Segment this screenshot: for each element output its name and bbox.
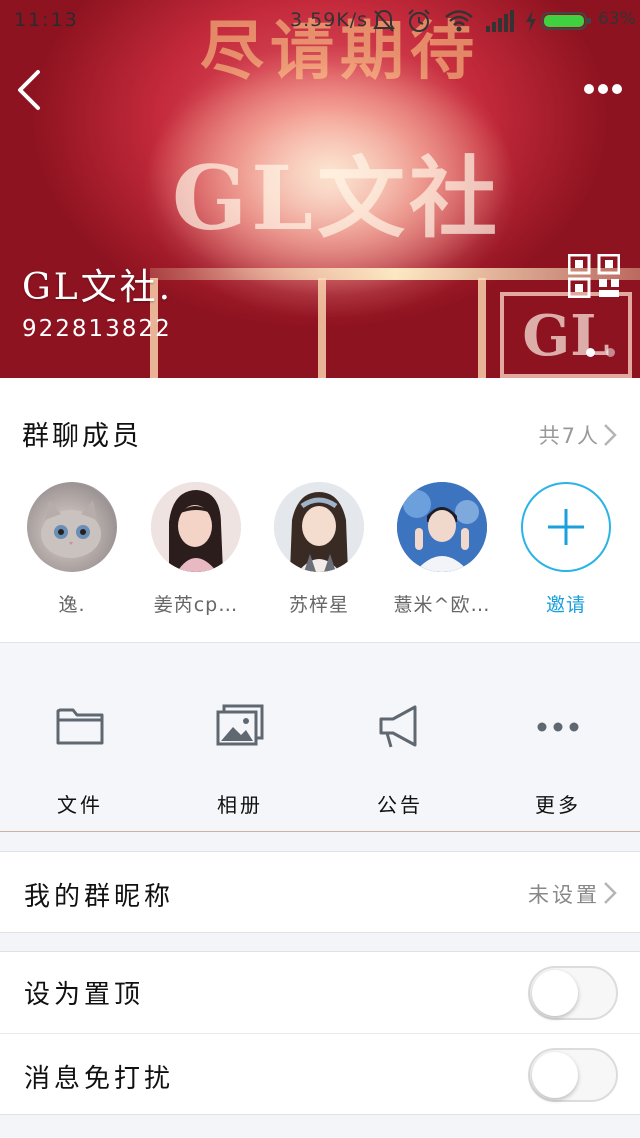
invite-button[interactable]: 邀请 [506, 482, 626, 617]
tool-label: 相册 [217, 793, 263, 817]
avatar [397, 482, 487, 572]
battery-icon [541, 12, 591, 30]
signal-icon [486, 10, 514, 32]
members-count[interactable]: 共7人 [539, 420, 600, 450]
chevron-left-icon [18, 70, 40, 110]
members-title: 群聊成员 [22, 421, 142, 452]
toggle-knob [532, 970, 578, 1016]
banner-corner-logo: GL [500, 292, 632, 378]
page-dot [606, 348, 615, 357]
avatar [27, 482, 117, 572]
row-label: 消息免打扰 [24, 1064, 175, 1094]
plus-icon [548, 509, 584, 545]
banner-page-indicator [584, 346, 624, 358]
pin-to-top-toggle[interactable] [528, 966, 618, 1020]
members-section: 群聊成员 共7人 逸. 姜芮cp… 苏梓星 薏米^欧… 邀请 [0, 378, 640, 642]
banner-stage-bar [150, 268, 640, 280]
toggle-knob [532, 1052, 578, 1098]
do-not-disturb-toggle[interactable] [528, 1048, 618, 1102]
alarm-icon [408, 9, 430, 32]
status-battery-percent: 63% [598, 9, 636, 29]
more-dots-icon [537, 722, 579, 732]
status-net-speed: 3.59K/s [290, 9, 369, 31]
tool-label: 文件 [57, 793, 103, 817]
tool-label: 公告 [377, 793, 423, 817]
group-number: 922813822 [22, 316, 172, 342]
qr-code-button[interactable] [567, 253, 621, 299]
banner-stage-post [318, 278, 326, 378]
more-dots-icon [598, 84, 608, 94]
row-value: 未设置 [528, 883, 600, 907]
member-item[interactable]: 姜芮cp… [136, 482, 256, 617]
back-button[interactable] [10, 66, 50, 114]
more-dots-icon [584, 84, 594, 94]
wifi-icon [445, 10, 473, 32]
megaphone-icon [379, 705, 417, 748]
my-group-nickname-row[interactable]: 我的群昵称 未设置 [0, 851, 640, 933]
tool-announcement[interactable]: 公告 [320, 703, 480, 818]
banner-stage-post [478, 278, 486, 378]
tool-files[interactable]: 文件 [0, 703, 160, 818]
invite-label: 邀请 [545, 594, 586, 616]
member-item[interactable]: 薏米^欧… [382, 482, 502, 617]
banner-logo-text: GL文社 [172, 146, 502, 250]
group-name: GL文社. [22, 267, 174, 308]
chevron-right-icon [604, 882, 617, 904]
qr-code-icon [567, 253, 621, 299]
member-item[interactable]: 苏梓星 [259, 482, 379, 617]
album-icon [216, 704, 264, 746]
member-nickname: 苏梓星 [288, 594, 349, 616]
member-nickname: 姜芮cp… [153, 594, 239, 616]
avatar [274, 482, 364, 572]
member-nickname: 薏米^欧… [393, 594, 491, 616]
group-cover-banner[interactable]: 尽请期待 GL文社 GL 11:13 3.59K/s 63% GL文社. 922… [0, 0, 640, 378]
status-bar: 11:13 3.59K/s 63% [0, 0, 640, 44]
status-time: 11:13 [14, 9, 79, 31]
invite-circle [521, 482, 611, 572]
more-dots-icon [612, 84, 622, 94]
member-nickname: 逸. [58, 594, 86, 616]
group-tools-grid: 文件 相册 公告 更多 [0, 642, 640, 832]
tool-more[interactable]: 更多 [478, 703, 638, 818]
charging-icon [526, 10, 536, 32]
member-item[interactable]: 逸. [12, 482, 132, 617]
pin-to-top-row: 设为置顶 [0, 951, 640, 1033]
chevron-right-icon[interactable] [600, 422, 620, 448]
tool-label: 更多 [535, 793, 581, 817]
more-options-button[interactable] [578, 74, 628, 104]
row-label: 我的群昵称 [24, 882, 175, 912]
tool-album[interactable]: 相册 [160, 703, 320, 818]
mute-bell-icon [373, 9, 395, 32]
avatar [151, 482, 241, 572]
row-label: 设为置顶 [24, 980, 145, 1010]
do-not-disturb-row: 消息免打扰 [0, 1033, 640, 1115]
folder-icon [56, 708, 104, 745]
page-dot-active [586, 348, 595, 357]
